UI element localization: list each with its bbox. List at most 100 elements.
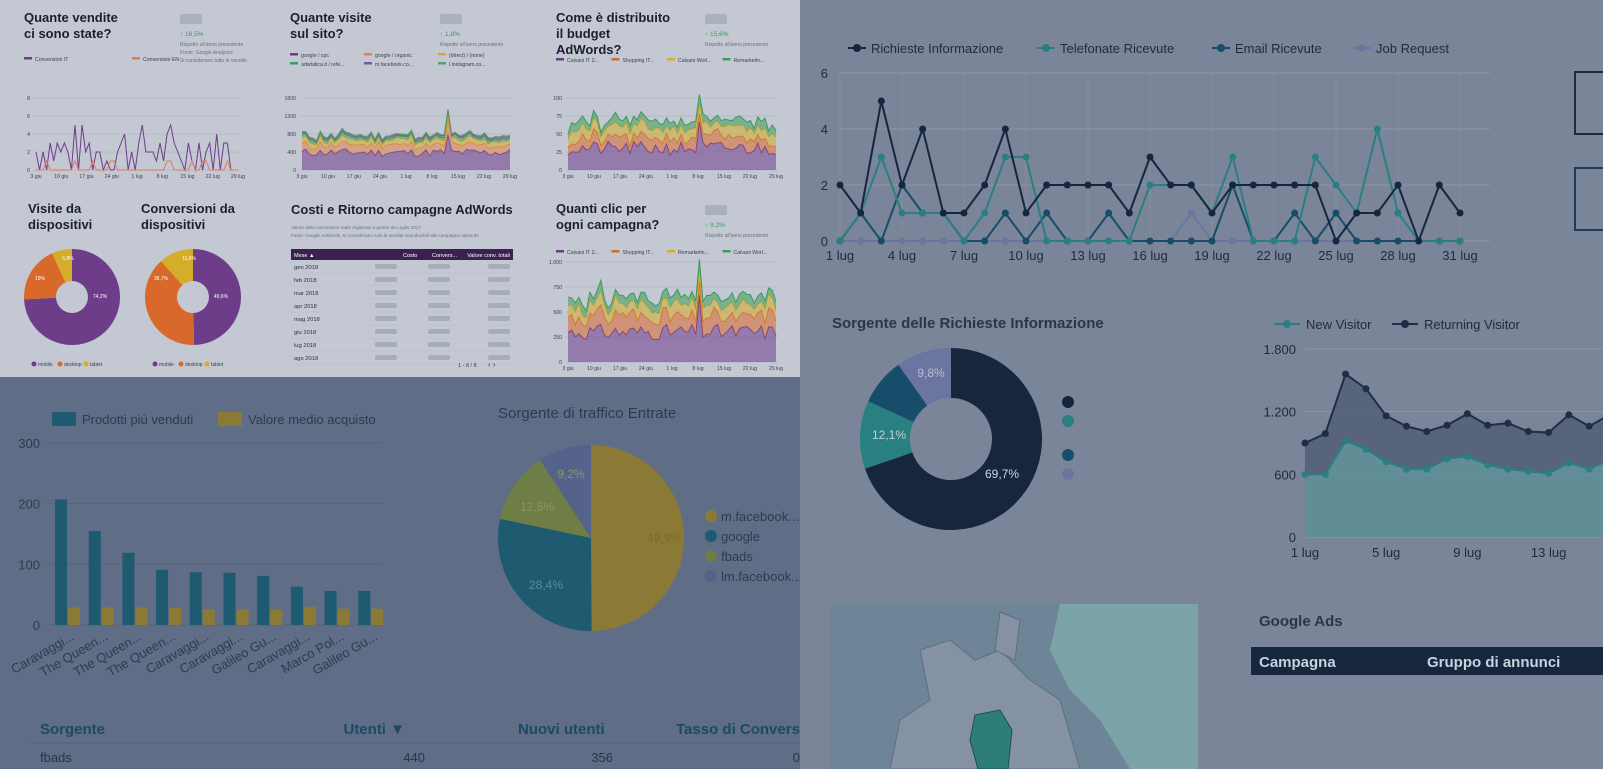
requests-point-0-13 bbox=[1105, 181, 1113, 189]
clicks-xtick-5: 8 lug bbox=[692, 366, 703, 372]
conv_devices-label-2: 11,6% bbox=[182, 256, 196, 262]
budget-legend-swatch-0 bbox=[556, 58, 564, 61]
sales-xtick-1: 10 giu bbox=[54, 174, 68, 180]
requests-xtick-5: 16 lug bbox=[1132, 248, 1167, 263]
traffic-legend-1: google bbox=[721, 529, 760, 544]
sources-cell-2: 356 bbox=[591, 750, 613, 765]
clicks-xtick-4: 1 lug bbox=[666, 366, 677, 372]
visits-legend-swatch-0 bbox=[290, 53, 298, 56]
visits-note-0: Rispetto all'anno precedente bbox=[440, 42, 503, 48]
budget-delta: ↑ 15,6% bbox=[705, 31, 729, 38]
requests-xtick-1: 4 lug bbox=[888, 248, 916, 263]
sales-ytick-1: 2 bbox=[27, 150, 30, 156]
requests-point-2-15 bbox=[1146, 237, 1154, 245]
requests-legend-dot-3 bbox=[1358, 44, 1366, 52]
budget-xtick-8: 29 lug bbox=[769, 174, 783, 180]
requests-point-1-12 bbox=[1084, 237, 1092, 245]
clicks-legend-2: Remarketin... bbox=[678, 250, 709, 256]
costs-blurred-cell-5-1 bbox=[428, 329, 450, 334]
products-bar-sold-8 bbox=[324, 591, 337, 625]
requests-legend-dot-2 bbox=[1217, 44, 1225, 52]
costs-month-6: lug 2018 bbox=[294, 343, 316, 349]
visitors-point-new-6 bbox=[1423, 465, 1431, 473]
requests-point-3-4 bbox=[919, 237, 927, 245]
conv_devices-legend-2: tablet bbox=[211, 362, 224, 368]
costs-header-1: Costo bbox=[403, 253, 417, 259]
visits-xtick-7: 22 lug bbox=[477, 174, 491, 180]
requests-point-0-6 bbox=[960, 209, 968, 217]
requests-point-0-9 bbox=[1022, 209, 1030, 217]
costs-blurred-cell-5-0 bbox=[375, 329, 397, 334]
conv_devices-label-1: 38,7% bbox=[154, 276, 169, 282]
visitors-point-new-10 bbox=[1504, 465, 1512, 473]
visits-xtick-3: 24 giu bbox=[373, 174, 387, 180]
requests-point-0-2 bbox=[877, 97, 885, 105]
clicks-xtick-3: 24 giu bbox=[639, 366, 653, 372]
traffic-slice-1 bbox=[498, 518, 592, 631]
clicks-xtick-1: 10 giu bbox=[587, 366, 601, 372]
budget-legend-swatch-3 bbox=[722, 58, 731, 61]
budget-ytick-2: 50 bbox=[556, 132, 562, 138]
visits-legend-5: l.instagram.co... bbox=[449, 62, 486, 68]
products-bar-avg-4 bbox=[202, 609, 215, 625]
requests-point-3-8 bbox=[1001, 237, 1009, 245]
costs-blurred-cell-4-2 bbox=[488, 316, 510, 321]
clicks-legend-3: Calvani Worl... bbox=[734, 250, 768, 256]
products-bar-sold-9 bbox=[358, 591, 371, 625]
visitors-ytick-3: 1.800 bbox=[1263, 342, 1296, 357]
ads-header-1: Gruppo di annunci bbox=[1427, 654, 1560, 671]
devices-legend-dot-2 bbox=[83, 361, 89, 367]
requests-xtick-0: 1 lug bbox=[826, 248, 854, 263]
visitors-point-returning-4 bbox=[1382, 412, 1390, 420]
budget-title-2: AdWords? bbox=[556, 42, 622, 57]
costs-month-1: feb 2018 bbox=[294, 278, 317, 284]
requests-point-1-9 bbox=[1022, 153, 1030, 161]
costs-blurred-cell-3-0 bbox=[375, 303, 397, 308]
visitors-point-returning-8 bbox=[1463, 410, 1471, 418]
clicks-ytick-4: 1.000 bbox=[549, 260, 562, 266]
requests-ytick-1: 2 bbox=[821, 178, 828, 193]
products-bar-avg-0 bbox=[68, 607, 80, 625]
traffic-label-2: 12,5% bbox=[520, 500, 554, 514]
costs-blurred-cell-6-0 bbox=[375, 342, 397, 347]
visits-legend-4: m.facebook.co... bbox=[375, 62, 413, 68]
devices-legend-dot-1 bbox=[57, 361, 63, 367]
devices-label-1: 19% bbox=[35, 276, 46, 282]
requests-point-1-20 bbox=[1249, 237, 1257, 245]
source-label-0: 69,7% bbox=[985, 467, 1019, 481]
sales-title-0: Quante vendite bbox=[24, 10, 118, 25]
requests-point-1-4 bbox=[919, 209, 927, 217]
conv_devices-legend-dot-2 bbox=[204, 361, 210, 367]
requests-point-3-17 bbox=[1187, 209, 1195, 217]
traffic-label-3: 9,2% bbox=[557, 467, 585, 481]
devices-legend-dot-0 bbox=[31, 361, 37, 367]
clicks-ytick-2: 500 bbox=[553, 310, 562, 316]
conv_devices-title-0: Conversioni da bbox=[141, 201, 236, 216]
requests-legend-1: Telefonate Ricevute bbox=[1060, 41, 1174, 56]
devices-title-1: dispositivi bbox=[28, 217, 92, 232]
products-traffic-svg: Prodotti più venduti Valore medio acquist… bbox=[8, 405, 800, 765]
visitors-point-returning-11 bbox=[1524, 428, 1532, 436]
requests-point-0-18 bbox=[1208, 209, 1216, 217]
requests-point-1-13 bbox=[1105, 237, 1113, 245]
budget-ytick-3: 75 bbox=[556, 114, 562, 120]
visits-title-1: sul sito? bbox=[290, 26, 344, 41]
requests-xtick-10: 31 lug bbox=[1442, 248, 1477, 263]
budget-xtick-5: 8 lug bbox=[692, 174, 703, 180]
costs-blurred-cell-1-0 bbox=[375, 277, 397, 282]
costs-blurred-cell-6-1 bbox=[428, 342, 450, 347]
sales-delta: ↑ 16,5% bbox=[180, 31, 204, 38]
requests-point-1-15 bbox=[1146, 181, 1154, 189]
requests-ytick-0: 0 bbox=[821, 234, 828, 249]
costs-header-3: Valore conv. totali bbox=[467, 253, 510, 259]
requests-point-0-25 bbox=[1353, 209, 1361, 217]
contacts-dashboard-panel: Richieste Informazione Telefonate Ricevut… bbox=[800, 0, 1603, 769]
products-bar-sold-4 bbox=[189, 572, 202, 625]
sales-legend-swatch-0 bbox=[24, 57, 32, 60]
devices-label-2: 6,8% bbox=[62, 256, 74, 262]
clicks-ytick-3: 750 bbox=[553, 285, 562, 291]
costs-blurred-cell-3-1 bbox=[428, 303, 450, 308]
traffic-legend-3: lm.facebook.... bbox=[721, 569, 800, 584]
traffic-legend-dot-0 bbox=[705, 510, 717, 522]
costs-blurred-cell-4-1 bbox=[428, 316, 450, 321]
